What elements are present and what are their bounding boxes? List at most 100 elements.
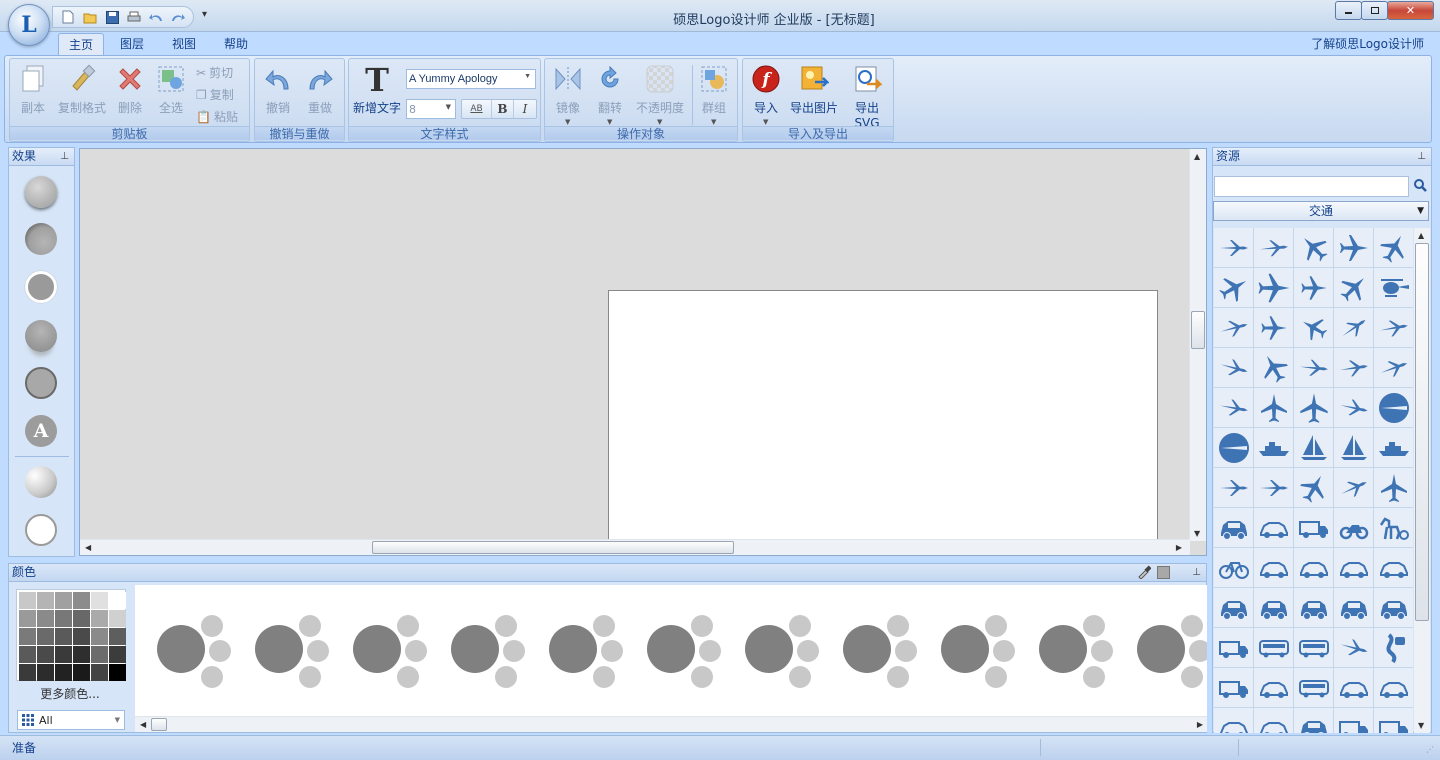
palette-item[interactable] (1039, 611, 1119, 691)
color-swatch[interactable] (19, 646, 36, 663)
scroll-up-icon[interactable]: ▲ (1418, 231, 1424, 240)
transport-resource-item[interactable] (1214, 708, 1253, 733)
transport-resource-item[interactable] (1334, 548, 1373, 587)
canvas-vertical-scrollbar[interactable]: ▲ ▼ (1189, 149, 1206, 541)
transport-resource-item[interactable] (1374, 268, 1413, 307)
transport-resource-item[interactable] (1334, 468, 1373, 507)
transport-resource-item[interactable] (1374, 588, 1413, 627)
mirror-button[interactable]: 镜像 ▼ (551, 63, 585, 126)
design-canvas[interactable]: ▲ ▼ ◀ ▶ (79, 148, 1207, 556)
canvas-horizontal-scrollbar[interactable]: ◀ ▶ (80, 539, 1190, 555)
transport-resource-item[interactable] (1254, 268, 1293, 307)
effect-inner-shadow[interactable] (25, 223, 57, 255)
palette-item[interactable] (1137, 611, 1207, 691)
select-all-button[interactable]: 全选 (154, 63, 188, 116)
transport-resource-item[interactable] (1214, 628, 1253, 667)
horizontal-scroll-thumb[interactable] (372, 541, 734, 554)
app-menu-button[interactable]: L (8, 4, 50, 46)
resource-vertical-scrollbar[interactable]: ▲ ▼ (1414, 228, 1430, 733)
transport-resource-item[interactable] (1374, 468, 1413, 507)
resource-search-input[interactable] (1214, 176, 1409, 197)
transport-resource-item[interactable] (1254, 588, 1293, 627)
color-swatch[interactable] (91, 592, 108, 609)
palette-item[interactable] (157, 611, 237, 691)
flip-button[interactable]: 翻转 ▼ (593, 63, 627, 126)
export-svg-button[interactable]: 导出SVG (843, 63, 891, 130)
transport-resource-item[interactable] (1334, 708, 1373, 733)
resize-grip-icon[interactable]: ⋰ (1426, 745, 1434, 754)
opacity-button[interactable]: 不透明度 ▼ (633, 63, 687, 126)
transport-resource-item[interactable] (1294, 228, 1333, 267)
transport-resource-item[interactable] (1334, 428, 1373, 467)
color-swatch[interactable] (55, 646, 72, 663)
redo-button[interactable]: 重做 (303, 63, 337, 116)
transport-resource-item[interactable] (1254, 548, 1293, 587)
transport-resource-item[interactable] (1334, 628, 1373, 667)
scroll-up-icon[interactable]: ▲ (1194, 152, 1200, 161)
resource-category-select[interactable]: 交通 ▼ (1213, 201, 1429, 221)
more-colors-link[interactable]: 更多颜色... (9, 685, 131, 702)
transport-resource-item[interactable] (1294, 468, 1333, 507)
new-text-button[interactable]: T 新增文字 (351, 63, 403, 116)
pin-icon[interactable]: ⊥ (1417, 148, 1426, 165)
scroll-left-icon[interactable]: ◀ (140, 720, 146, 729)
effect-stroke[interactable] (25, 367, 57, 399)
effect-outline-white[interactable] (25, 271, 57, 303)
color-swatch[interactable] (109, 628, 126, 645)
paste-button[interactable]: 📋 粘贴 (196, 108, 238, 125)
transport-resource-item[interactable] (1214, 588, 1253, 627)
color-swatch[interactable] (73, 664, 90, 681)
transport-resource-item[interactable] (1214, 508, 1253, 547)
undo-button[interactable]: 撤销 (261, 63, 295, 116)
transport-resource-item[interactable] (1294, 308, 1333, 347)
palette-item[interactable] (647, 611, 727, 691)
transport-resource-item[interactable] (1334, 668, 1373, 707)
export-image-button[interactable]: 导出图片 (789, 63, 839, 116)
transport-resource-item[interactable] (1214, 468, 1253, 507)
effect-text-icon[interactable]: A (25, 415, 57, 447)
transport-resource-item[interactable] (1214, 548, 1253, 587)
transport-resource-item[interactable] (1294, 428, 1333, 467)
color-swatch[interactable] (73, 628, 90, 645)
effect-gradient[interactable] (25, 466, 57, 498)
transport-resource-item[interactable] (1254, 428, 1293, 467)
transport-resource-item[interactable] (1254, 708, 1293, 733)
transport-resource-item[interactable] (1254, 348, 1293, 387)
transport-resource-item[interactable] (1374, 308, 1413, 347)
transport-resource-item[interactable] (1214, 268, 1253, 307)
transport-resource-item[interactable] (1214, 348, 1253, 387)
transport-resource-item[interactable] (1334, 508, 1373, 547)
about-link[interactable]: 了解硕思Logo设计师 (1311, 35, 1424, 52)
effect-reflection[interactable] (25, 320, 57, 352)
color-swatch[interactable] (37, 664, 54, 681)
color-swatch[interactable] (55, 628, 72, 645)
transport-resource-item[interactable] (1334, 388, 1373, 427)
transport-resource-item[interactable] (1254, 468, 1293, 507)
color-swatch[interactable] (55, 592, 72, 609)
transport-resource-item[interactable] (1294, 348, 1333, 387)
color-swatch[interactable] (37, 628, 54, 645)
palette-item[interactable] (745, 611, 825, 691)
cut-button[interactable]: ✂ 剪切 (196, 64, 233, 81)
scroll-down-icon[interactable]: ▼ (1418, 721, 1424, 730)
color-swatch[interactable] (73, 610, 90, 627)
transport-resource-item[interactable] (1254, 388, 1293, 427)
close-button[interactable]: ✕ (1387, 1, 1434, 20)
tab-layers[interactable]: 图层 (110, 33, 154, 56)
search-icon[interactable] (1413, 178, 1427, 195)
transport-resource-item[interactable] (1214, 668, 1253, 707)
transport-resource-item[interactable] (1374, 428, 1413, 467)
copy-button[interactable]: ❐ 复制 (196, 86, 234, 103)
effect-none[interactable] (25, 514, 57, 546)
tab-home[interactable]: 主页 (58, 33, 105, 56)
color-swatch[interactable] (37, 592, 54, 609)
current-color-swatch[interactable] (1157, 566, 1170, 579)
transport-resource-item[interactable] (1254, 308, 1293, 347)
transport-resource-item[interactable] (1374, 388, 1413, 427)
transport-resource-item[interactable] (1334, 268, 1373, 307)
transport-resource-item[interactable] (1374, 668, 1413, 707)
scroll-right-icon[interactable]: ▶ (1197, 720, 1203, 729)
color-swatch[interactable] (19, 664, 36, 681)
font-size-select[interactable]: 8 ▼ (406, 99, 456, 119)
color-swatch[interactable] (91, 610, 108, 627)
